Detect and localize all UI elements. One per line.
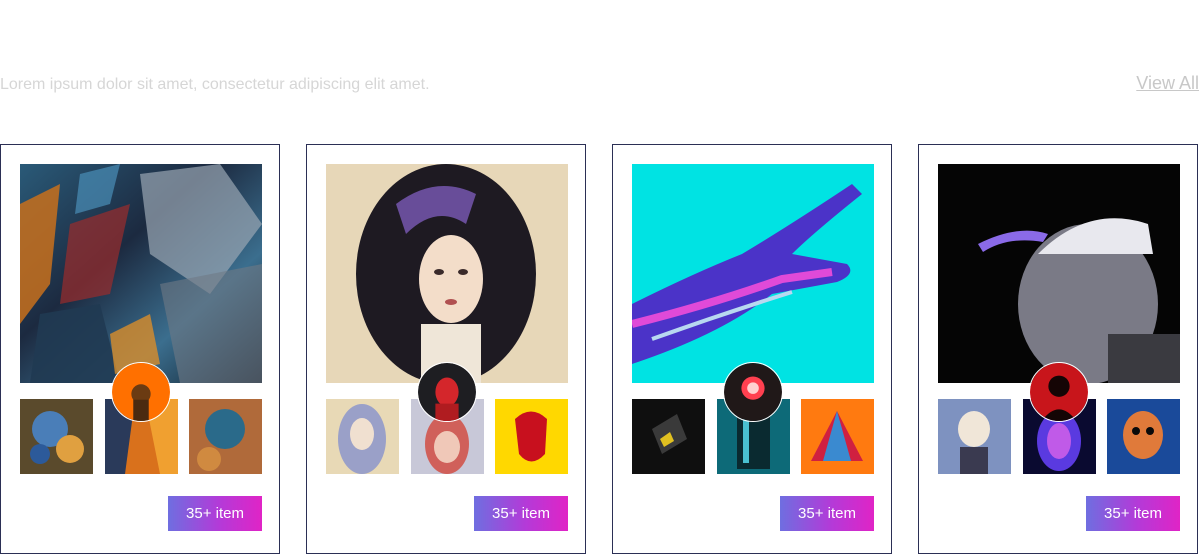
collection-card[interactable]: 35+ item xyxy=(612,144,892,554)
collection-thumbnail[interactable] xyxy=(632,399,705,474)
collection-thumbnail[interactable] xyxy=(495,399,568,474)
creator-avatar[interactable] xyxy=(1029,362,1089,422)
collection-card[interactable]: 35+ item xyxy=(0,144,280,554)
creator-avatar[interactable] xyxy=(417,362,477,422)
collection-thumbnail[interactable] xyxy=(20,399,93,474)
subtitle: Lorem ipsum dolor sit amet, consectetur … xyxy=(0,76,430,93)
collection-thumbnail[interactable] xyxy=(326,399,399,474)
collection-thumbnail[interactable] xyxy=(938,399,1011,474)
collection-card[interactable]: 35+ item xyxy=(306,144,586,554)
creator-avatar[interactable] xyxy=(111,362,171,422)
creator-avatar[interactable] xyxy=(723,362,783,422)
item-count-button[interactable]: 35+ item xyxy=(780,496,874,531)
item-count-button[interactable]: 35+ item xyxy=(1086,496,1180,531)
collection-thumbnail[interactable] xyxy=(189,399,262,474)
collection-main-image[interactable] xyxy=(20,164,262,383)
item-count-button[interactable]: 35+ item xyxy=(168,496,262,531)
item-count-button[interactable]: 35+ item xyxy=(474,496,568,531)
collection-card[interactable]: 35+ item xyxy=(918,144,1198,554)
collection-thumbnail[interactable] xyxy=(1107,399,1180,474)
collection-thumbnail[interactable] xyxy=(801,399,874,474)
collection-main-image[interactable] xyxy=(326,164,568,383)
view-all-link[interactable]: View All xyxy=(1136,73,1199,94)
collection-main-image[interactable] xyxy=(632,164,874,383)
collection-main-image[interactable] xyxy=(938,164,1180,383)
